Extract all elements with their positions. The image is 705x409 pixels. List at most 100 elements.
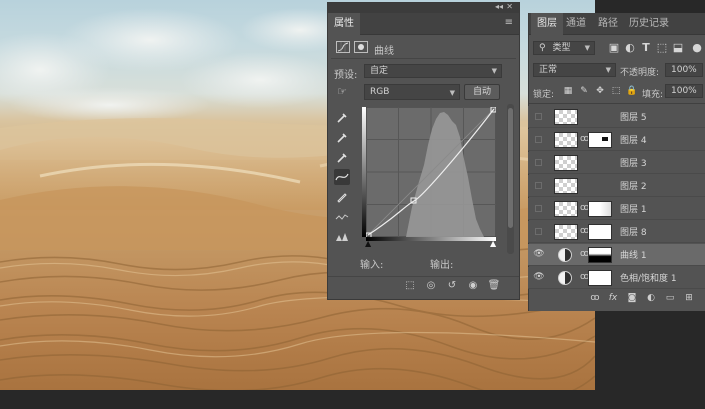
close-panel-icon[interactable]: ✕ bbox=[506, 2, 513, 11]
new-layer-icon[interactable]: ⊞ bbox=[682, 292, 696, 304]
clip-to-layer-icon[interactable]: ⬚ bbox=[402, 279, 418, 293]
layer-mask-thumbnail[interactable] bbox=[588, 270, 612, 286]
layer-thumbnail bbox=[554, 132, 578, 148]
visibility-toggle[interactable] bbox=[535, 113, 542, 120]
tab-paths[interactable]: 路径 bbox=[592, 13, 624, 35]
layer-row[interactable]: 👁 ꝏ 色相/饱和度 1 bbox=[528, 267, 705, 289]
auto-button[interactable]: 自动 bbox=[464, 84, 500, 100]
tab-history-label: 历史记录 bbox=[629, 18, 669, 29]
layer-mask-thumbnail[interactable] bbox=[588, 247, 612, 263]
filter-smart-object-icon[interactable]: ⬓ bbox=[670, 40, 686, 56]
output-gradient-bar bbox=[362, 107, 366, 237]
new-adjustment-layer-icon[interactable]: ◐ bbox=[644, 292, 658, 304]
filter-toggle-icon[interactable]: ● bbox=[689, 40, 705, 56]
preset-label: 预设: bbox=[334, 70, 358, 81]
layer-row[interactable]: ꝏ 图层 4 bbox=[528, 129, 705, 151]
tab-channels[interactable]: 通道 bbox=[560, 13, 592, 35]
layer-name: 图层 1 bbox=[620, 205, 647, 215]
scrollbar-thumb[interactable] bbox=[508, 108, 513, 228]
filter-pixel-icon[interactable]: ▣ bbox=[606, 40, 622, 56]
chevron-down-icon: ▼ bbox=[605, 66, 611, 74]
pencil-draw-icon[interactable] bbox=[334, 189, 350, 205]
target-adjust-icon[interactable]: ☞ bbox=[334, 84, 350, 100]
blend-mode-dropdown[interactable]: 正常 ▼ bbox=[533, 63, 616, 77]
curves-graph[interactable] bbox=[365, 106, 497, 239]
preset-dropdown[interactable]: 自定 ▼ bbox=[364, 64, 502, 78]
link-layers-icon[interactable]: ꝏ bbox=[588, 292, 602, 304]
view-previous-state-icon[interactable]: ◎ bbox=[423, 279, 439, 293]
smooth-icon[interactable] bbox=[334, 209, 350, 225]
layer-row[interactable]: 图层 3 bbox=[528, 152, 705, 174]
opacity-field[interactable]: 100% bbox=[665, 63, 703, 77]
layer-row[interactable]: 图层 5 bbox=[528, 106, 705, 128]
layer-thumbnail bbox=[554, 155, 578, 171]
clipping-warning-icon[interactable] bbox=[334, 229, 350, 245]
visibility-toggle[interactable] bbox=[535, 159, 542, 166]
white-point-slider[interactable]: ▲ bbox=[490, 240, 496, 248]
layer-row[interactable]: ꝏ 图层 8 bbox=[528, 221, 705, 243]
white-point-eyedropper-icon[interactable] bbox=[334, 150, 350, 166]
output-label: 输出: bbox=[430, 260, 454, 271]
visibility-toggle[interactable] bbox=[535, 228, 542, 235]
layer-row[interactable]: 👁 ꝏ 曲线 1 bbox=[528, 244, 705, 266]
lock-transparent-pixels-icon[interactable]: ▦ bbox=[560, 83, 576, 99]
lock-artboard-icon[interactable]: ⬚ bbox=[608, 83, 624, 99]
reset-icon[interactable]: ↺ bbox=[444, 279, 460, 293]
tab-history[interactable]: 历史记录 bbox=[623, 13, 675, 35]
lock-image-pixels-icon[interactable]: ✎ bbox=[576, 83, 592, 99]
layer-style-fx-icon[interactable]: fx bbox=[606, 292, 620, 304]
filter-type-icon[interactable]: T bbox=[638, 40, 654, 56]
gray-point-eyedropper-icon[interactable] bbox=[334, 130, 350, 146]
filter-adjustment-icon[interactable]: ◐ bbox=[622, 40, 638, 56]
curve-edit-points-icon[interactable] bbox=[334, 169, 350, 185]
layer-name: 曲线 1 bbox=[620, 251, 647, 261]
layer-mask-thumbnail[interactable] bbox=[588, 132, 612, 148]
curves-adjustment-icon bbox=[558, 248, 572, 262]
delete-icon[interactable]: 🗑 bbox=[486, 279, 502, 293]
eye-icon[interactable]: 👁 bbox=[533, 271, 545, 283]
lock-all-icon[interactable]: 🔒 bbox=[624, 83, 640, 99]
properties-scrollbar[interactable] bbox=[507, 104, 514, 254]
chevron-down-icon: ▼ bbox=[491, 67, 497, 75]
chevron-down-icon: ▼ bbox=[584, 44, 590, 52]
filter-shape-icon[interactable]: ⬚ bbox=[654, 40, 670, 56]
black-point-eyedropper-icon[interactable] bbox=[334, 110, 350, 126]
collapse-panel-icon[interactable]: ◂◂ bbox=[495, 2, 503, 11]
auto-button-label: 自动 bbox=[472, 87, 491, 97]
channel-dropdown[interactable]: RGB ▼ bbox=[364, 84, 460, 100]
input-gradient-bar bbox=[366, 237, 496, 241]
tab-properties[interactable]: 属性 bbox=[328, 13, 360, 35]
layer-mask-thumbnail[interactable] bbox=[588, 224, 612, 240]
layer-row[interactable]: ꝏ 图层 1 bbox=[528, 198, 705, 220]
preset-value: 自定 bbox=[370, 66, 389, 76]
layer-row[interactable]: 图层 2 bbox=[528, 175, 705, 197]
footer-divider bbox=[328, 276, 519, 277]
tab-layers[interactable]: 图层 bbox=[531, 13, 563, 35]
status-area bbox=[0, 390, 705, 409]
input-label: 输入: bbox=[360, 260, 384, 271]
add-mask-icon[interactable]: ◙ bbox=[625, 292, 639, 304]
properties-tabbar: 属性 ≡ bbox=[328, 13, 519, 35]
layer-thumbnail bbox=[554, 109, 578, 125]
visibility-toggle[interactable] bbox=[535, 182, 542, 189]
visibility-toggle[interactable] bbox=[535, 205, 542, 212]
fill-field[interactable]: 100% bbox=[665, 84, 703, 98]
visibility-toggle[interactable] bbox=[535, 136, 542, 143]
panel-menu-icon[interactable]: ≡ bbox=[505, 17, 513, 28]
opacity-label: 不透明度: bbox=[620, 68, 660, 78]
curves-adjustment-icon[interactable] bbox=[336, 41, 350, 53]
layer-mask-icon[interactable] bbox=[354, 41, 368, 53]
black-point-slider[interactable]: ▲ bbox=[365, 240, 371, 248]
chevron-down-icon: ▼ bbox=[449, 89, 455, 97]
layer-name: 图层 8 bbox=[620, 228, 647, 238]
layer-filter-dropdown[interactable]: ⚲ 类型 ▼ bbox=[533, 41, 595, 55]
layer-mask-thumbnail[interactable] bbox=[588, 201, 612, 217]
new-group-icon[interactable]: ▭ bbox=[663, 292, 677, 304]
layer-name: 图层 5 bbox=[620, 113, 647, 123]
lock-position-icon[interactable]: ✥ bbox=[592, 83, 608, 99]
tab-paths-label: 路径 bbox=[598, 18, 618, 29]
visibility-icon[interactable]: ◉ bbox=[465, 279, 481, 293]
eye-icon[interactable]: 👁 bbox=[533, 248, 545, 260]
filter-kind-value: 类型 bbox=[552, 43, 571, 53]
fill-label: 填充: bbox=[642, 90, 664, 100]
